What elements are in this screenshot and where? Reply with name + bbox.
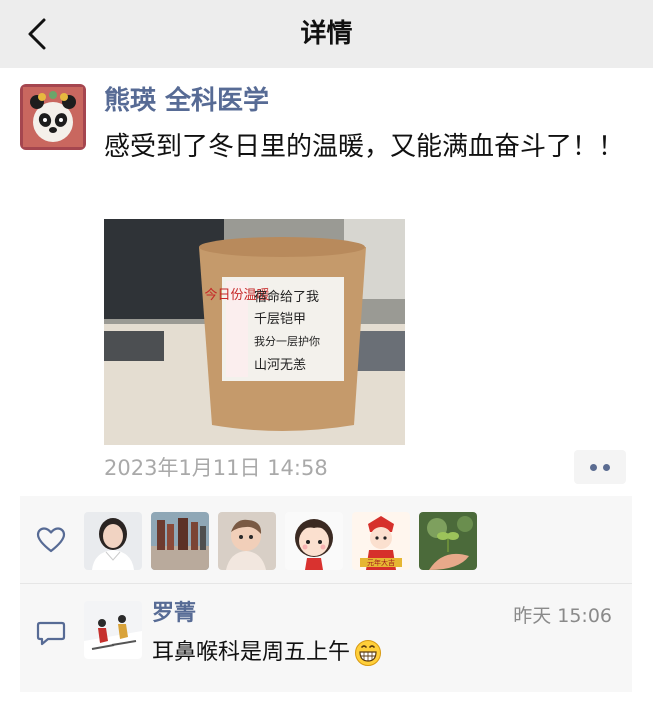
page-title: 详情 (300, 19, 353, 49)
like-avatar-cartoon-festival[interactable]: 元年大吉 (352, 512, 410, 570)
grin-emoji-icon (355, 640, 382, 666)
like-avatar-plaza[interactable] (151, 512, 209, 570)
woman-avatar-image (84, 512, 142, 570)
comment-time: 昨天 15:06 (513, 605, 612, 627)
nav-bar: 详情 (0, 0, 653, 68)
cup-label-line-3: 我分一层护你 (254, 334, 320, 348)
ski-avatar-image (84, 601, 142, 659)
like-avatar-cartoon-girl[interactable] (285, 512, 343, 570)
author-name[interactable]: 熊瑛 全科医学 (104, 84, 269, 118)
comment-row[interactable]: 罗菁 昨天 15:06 耳鼻喉科是周五上午 (20, 585, 632, 692)
interactions-panel: 元年大吉 罗菁 昨天 15:06 耳鼻喉科是周五上午 (20, 496, 632, 692)
cup-label-line-4: 山河无恙 (254, 358, 306, 373)
festival-avatar-image: 元年大吉 (352, 512, 410, 570)
commenter-avatar[interactable] (84, 601, 142, 659)
more-dots-icon (590, 463, 597, 471)
cup-photo-image: 今日份温暖 宿命给了我 千层铠甲 我分一层护你 山河无恙 (104, 219, 405, 445)
heart-icon (36, 527, 66, 553)
commenter-name[interactable]: 罗菁 (152, 599, 196, 629)
like-avatar-baby[interactable] (218, 512, 276, 570)
cartoon-girl-avatar-image (285, 512, 343, 570)
plant-avatar-image (419, 512, 477, 570)
comment-text: 耳鼻喉科是周五上午 (152, 637, 382, 669)
post-text: 感受到了冬日里的温暖，又能满血奋斗了！！ (104, 132, 625, 162)
comment-body: 耳鼻喉科是周五上午 (152, 640, 351, 665)
like-avatar-plant[interactable] (419, 512, 477, 570)
likes-row: 元年大吉 (20, 496, 632, 584)
panda-avatar-image (20, 84, 86, 150)
more-dots-icon (603, 463, 610, 471)
comment-icon (36, 621, 66, 646)
cup-label-line-2: 千层铠甲 (254, 311, 306, 327)
post-timestamp: 2023年1月11日 14:58 (104, 456, 328, 480)
like-avatar-woman[interactable] (84, 512, 142, 570)
cup-label-line-1: 宿命给了我 (254, 289, 319, 305)
more-button[interactable] (574, 450, 626, 484)
author-avatar[interactable] (20, 84, 86, 150)
post-photo[interactable]: 今日份温暖 宿命给了我 千层铠甲 我分一层护你 山河无恙 (104, 219, 405, 445)
baby-avatar-image (218, 512, 276, 570)
festival-avatar-text: 元年大吉 (367, 558, 395, 567)
plaza-avatar-image (151, 512, 209, 570)
